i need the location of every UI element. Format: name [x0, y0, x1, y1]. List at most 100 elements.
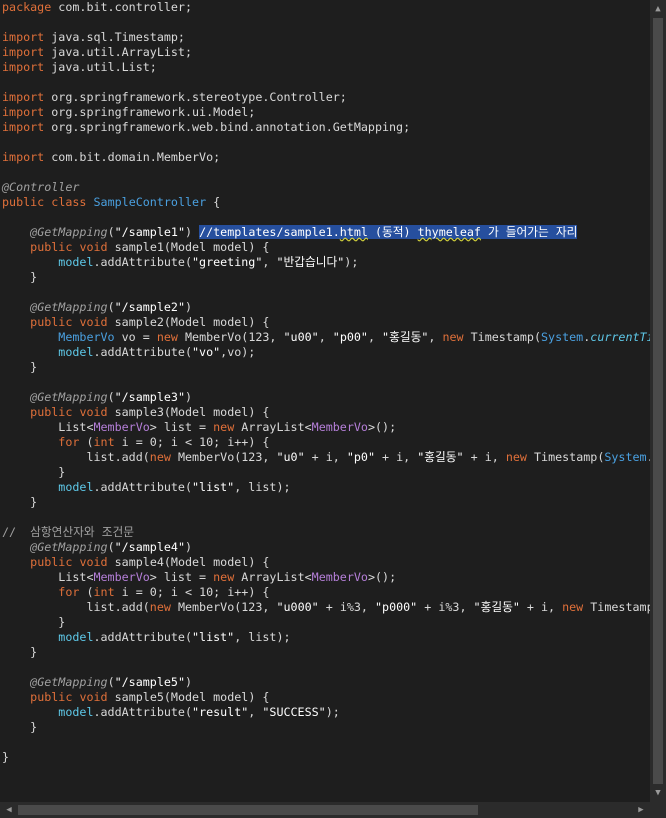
code-line[interactable]: model.addAttribute("list", list); [2, 630, 650, 645]
code-line[interactable] [2, 375, 650, 390]
code-line[interactable] [2, 135, 650, 150]
code-editor[interactable]: package com.bit.controller; import java.… [0, 0, 650, 802]
keyword-token: import [2, 60, 45, 74]
code-line[interactable]: List<MemberVo> list = new ArrayList<Memb… [2, 420, 650, 435]
generic-type-token: MemberVo [93, 420, 150, 434]
code-line[interactable]: public class SampleController { [2, 195, 650, 210]
annotation-token: @GetMapping [30, 390, 108, 404]
code-line[interactable]: public void sample3(Model model) { [2, 405, 650, 420]
vertical-scrollbar[interactable]: ▲ ▼ [650, 0, 666, 802]
code-line[interactable]: import com.bit.domain.MemberVo; [2, 150, 650, 165]
code-token: + i, [519, 600, 563, 614]
code-line[interactable]: import java.sql.Timestamp; [2, 30, 650, 45]
code-line[interactable]: // 삼항연산자와 조건문 [2, 525, 650, 540]
code-token: .addAttribute( [93, 630, 192, 644]
string-token: "p0" [346, 450, 376, 464]
code-line[interactable]: } [2, 360, 650, 375]
code-token: org.springframework.web.bind.annotation.… [44, 120, 411, 134]
code-line[interactable]: } [2, 720, 650, 735]
code-line[interactable]: @GetMapping("/sample5") [2, 675, 650, 690]
code-line[interactable] [2, 15, 650, 30]
code-line[interactable]: model.addAttribute("greeting", "반갑습니다"); [2, 255, 650, 270]
vertical-scroll-thumb[interactable] [653, 18, 663, 784]
string-token: "SUCCESS" [262, 705, 326, 719]
code-line[interactable] [2, 75, 650, 90]
code-line[interactable]: @GetMapping("/sample1") //templates/samp… [2, 225, 650, 240]
code-line[interactable]: } [2, 615, 650, 630]
code-token: list.add( [2, 450, 150, 464]
code-line[interactable]: } [2, 270, 650, 285]
code-line[interactable]: public void sample5(Model model) { [2, 690, 650, 705]
horizontal-scroll-thumb[interactable] [18, 805, 478, 815]
code-line[interactable]: import org.springframework.stereotype.Co… [2, 90, 650, 105]
code-line[interactable]: List<MemberVo> list = new ArrayList<Memb… [2, 570, 650, 585]
keyword-token: import [2, 150, 45, 164]
code-line[interactable]: public void sample4(Model model) { [2, 555, 650, 570]
string-token: "홍길동" [417, 450, 464, 464]
code-line[interactable]: @GetMapping("/sample2") [2, 300, 650, 315]
code-line[interactable] [2, 210, 650, 225]
code-token: , [367, 330, 383, 344]
code-line[interactable]: MemberVo vo = new MemberVo(123, "u00", "… [2, 330, 650, 345]
string-token: "홍길동" [473, 600, 520, 614]
keyword-token: int [93, 435, 115, 449]
code-line[interactable]: model.addAttribute("result", "SUCCESS"); [2, 705, 650, 720]
code-line[interactable] [2, 510, 650, 525]
selected-text: (동적) [367, 225, 418, 239]
code-token: ) [184, 300, 193, 314]
code-token: .addAttribute( [93, 705, 192, 719]
code-line[interactable]: import java.util.List; [2, 60, 650, 75]
scroll-up-arrow-icon[interactable]: ▲ [653, 2, 663, 16]
spellcheck-underline: thymeleaf [417, 225, 481, 239]
code-token: + i%3, [417, 600, 474, 614]
code-token: ( [107, 675, 115, 689]
code-area[interactable]: package com.bit.controller; import java.… [2, 0, 650, 765]
code-token: , list); [234, 630, 291, 644]
code-line[interactable]: public void sample1(Model model) { [2, 240, 650, 255]
code-line[interactable]: model.addAttribute("vo",vo); [2, 345, 650, 360]
code-token: + i%3, [318, 600, 375, 614]
code-line[interactable]: import org.springframework.web.bind.anno… [2, 120, 650, 135]
string-token: "p000" [375, 600, 418, 614]
code-line[interactable]: import org.springframework.ui.Model; [2, 105, 650, 120]
scroll-right-arrow-icon[interactable]: ▶ [634, 803, 648, 817]
code-line[interactable]: } [2, 465, 650, 480]
code-line[interactable]: public void sample2(Model model) { [2, 315, 650, 330]
code-line[interactable]: for (int i = 0; i < 10; i++) { [2, 435, 650, 450]
keyword-token: import [2, 90, 45, 104]
horizontal-scrollbar[interactable]: ◀ ▶ [0, 802, 650, 818]
keyword-token: new [505, 450, 527, 464]
code-line[interactable]: list.add(new MemberVo(123, "u000" + i%3,… [2, 600, 650, 615]
code-token: i = 0; i < 10; i++) { [114, 435, 270, 449]
code-line[interactable]: @GetMapping("/sample4") [2, 540, 650, 555]
annotation-token: @GetMapping [30, 540, 108, 554]
keyword-token: import [2, 120, 45, 134]
code-token: + i, [304, 450, 347, 464]
code-line[interactable]: @Controller [2, 180, 650, 195]
code-line[interactable] [2, 285, 650, 300]
code-line[interactable]: package com.bit.controller; [2, 0, 650, 15]
string-token: "result" [192, 705, 249, 719]
code-token: java.util.List; [44, 60, 157, 74]
scroll-left-arrow-icon[interactable]: ◀ [2, 803, 16, 817]
code-line[interactable] [2, 660, 650, 675]
code-line[interactable]: model.addAttribute("list", list); [2, 480, 650, 495]
scroll-down-arrow-icon[interactable]: ▼ [653, 786, 663, 800]
code-line[interactable] [2, 735, 650, 750]
code-line[interactable]: import java.util.ArrayList; [2, 45, 650, 60]
code-token: } [2, 495, 38, 509]
code-line[interactable]: @GetMapping("/sample3") [2, 390, 650, 405]
code-line[interactable]: for (int i = 0; i < 10; i++) { [2, 585, 650, 600]
code-token: + i, [463, 450, 506, 464]
code-line[interactable]: } [2, 495, 650, 510]
selected-text: thymeleaf [417, 225, 481, 239]
code-line[interactable]: list.add(new MemberVo(123, "u0" + i, "p0… [2, 450, 650, 465]
code-line[interactable] [2, 165, 650, 180]
code-token: ( [79, 585, 94, 599]
code-line[interactable]: } [2, 750, 650, 765]
string-token: "/sample3" [114, 390, 185, 404]
code-line[interactable]: } [2, 645, 650, 660]
